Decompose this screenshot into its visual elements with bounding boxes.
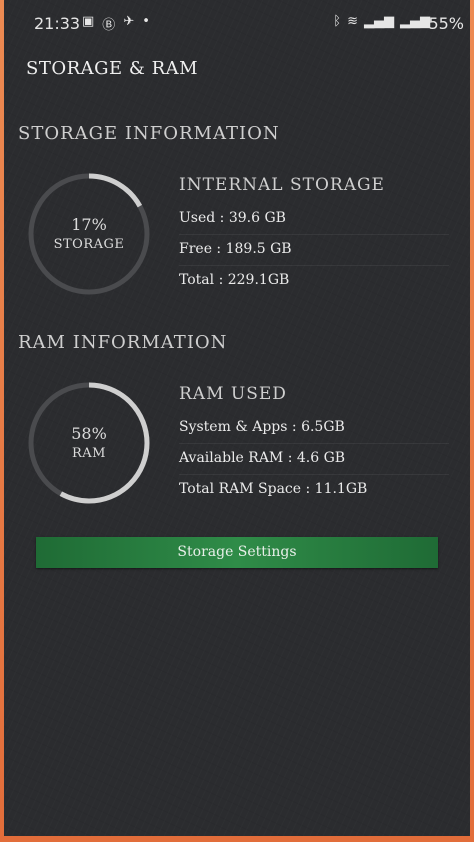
bluetooth-icon: ᛒ [333,14,342,29]
image-icon: ▣ [82,14,95,29]
signal-icon: ▂▄▆ [364,14,394,29]
plane-icon: ✈ [123,14,135,29]
app-title: STORAGE & RAM [26,58,199,79]
internal-storage-heading: INTERNAL STORAGE [179,175,385,195]
ram-ring: 58% RAM [26,380,152,506]
signal-icon: ▂▄▆ [400,14,430,29]
storage-ring-label: STORAGE [53,237,125,252]
storage-total: Total : 229.1GB [179,272,290,288]
ram-used-heading: RAM USED [179,384,287,404]
ram-percent: 58% [71,424,107,443]
status-right-icons: ᛒ ≋ ▂▄▆ ▂▄▆ [333,14,430,29]
dot-icon: • [142,14,150,29]
ram-system-apps: System & Apps : 6.5GB [179,419,449,444]
storage-settings-button[interactable]: Storage Settings [36,537,438,568]
phone-screen: 21:33 ▣ Ⓑ ✈ • ᛒ ≋ ▂▄▆ ▂▄▆ 55% STORAGE & … [4,0,470,836]
wifi-icon: ≋ [347,14,358,29]
storage-used: Used : 39.6 GB [179,210,449,235]
b-icon: Ⓑ [102,18,116,33]
storage-free: Free : 189.5 GB [179,241,449,266]
ram-available: Available RAM : 4.6 GB [179,450,449,475]
ram-ring-graphic [28,382,150,504]
ram-total: Total RAM Space : 11.1GB [179,481,368,497]
status-bar: 21:33 ▣ Ⓑ ✈ • ᛒ ≋ ▂▄▆ ▂▄▆ 55% [4,0,470,48]
ram-ring-label: RAM [72,446,106,461]
battery-level: 55% [428,14,464,33]
status-time: 21:33 [34,14,81,33]
ram-section-title: RAM INFORMATION [18,332,228,353]
storage-ring: 17% STORAGE [26,171,152,297]
storage-percent: 17% [71,215,107,234]
storage-ring-graphic [28,173,150,295]
storage-section-title: STORAGE INFORMATION [18,123,280,144]
status-left-icons: ▣ Ⓑ ✈ • [82,14,150,33]
